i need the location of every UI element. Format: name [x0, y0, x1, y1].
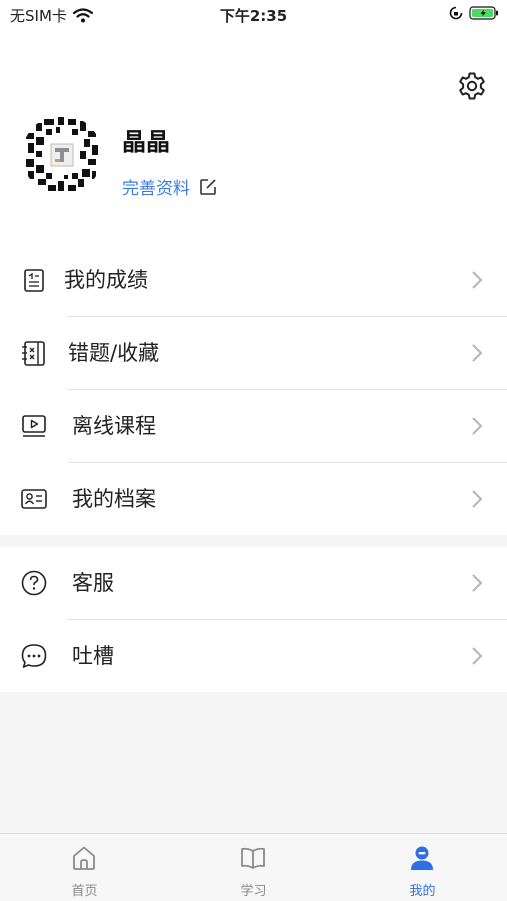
tab-label-study: 学习	[240, 884, 267, 899]
menu-item-offline-courses[interactable]: 离线课程	[0, 390, 507, 462]
complete-profile-link[interactable]: 完善资料	[122, 174, 218, 199]
chevron-right-icon	[472, 490, 483, 508]
chevron-right-icon	[472, 647, 483, 665]
report-icon	[24, 269, 44, 292]
menu-item-scores[interactable]: 我的成绩	[0, 244, 507, 316]
menu-label-customer-service: 客服	[72, 571, 114, 595]
menu-item-archive[interactable]: 我的档案	[0, 463, 507, 535]
notebook-icon	[22, 341, 45, 366]
chat-icon	[21, 644, 47, 668]
chevron-right-icon	[472, 574, 483, 592]
menu-label-scores: 我的成绩	[64, 268, 148, 292]
menu-item-mistakes[interactable]: 错题/收藏	[0, 317, 507, 389]
user-name: 晶晶	[122, 128, 170, 156]
menu-item-customer-service[interactable]: 客服	[0, 547, 507, 619]
complete-profile-label: 完善资料	[122, 179, 190, 199]
menu-label-mistakes: 错题/收藏	[68, 341, 160, 365]
gear-icon	[459, 72, 485, 100]
edit-icon	[200, 178, 216, 195]
menu-label-feedback: 吐槽	[72, 644, 114, 668]
tab-study[interactable]: 学习	[169, 834, 338, 901]
menu-label-archive: 我的档案	[72, 487, 156, 511]
tab-mine[interactable]: 我的	[338, 834, 507, 901]
avatar[interactable]	[22, 115, 102, 195]
settings-button[interactable]	[456, 70, 488, 102]
home-icon	[73, 846, 95, 870]
id-card-icon	[21, 489, 47, 509]
menu-item-feedback[interactable]: 吐槽	[0, 620, 507, 692]
menu-label-offline-courses: 离线课程	[72, 414, 156, 438]
tab-label-mine: 我的	[409, 884, 436, 899]
status-bar: 无SIM卡 下午2:35	[0, 0, 507, 30]
chevron-right-icon	[472, 344, 483, 362]
video-icon	[22, 415, 46, 437]
status-time: 下午2:35	[219, 7, 288, 25]
battery-icon	[469, 6, 498, 20]
rotation-lock-icon	[449, 6, 463, 20]
avatar-image	[22, 115, 102, 195]
book-icon	[241, 847, 265, 869]
chevron-right-icon	[472, 271, 483, 289]
tab-bar: 首页 学习 我的	[0, 833, 507, 901]
chevron-right-icon	[472, 417, 483, 435]
status-right	[449, 6, 499, 20]
user-icon	[411, 846, 433, 870]
tab-label-home: 首页	[71, 884, 98, 899]
help-icon	[21, 570, 47, 596]
tab-home[interactable]: 首页	[0, 834, 169, 901]
